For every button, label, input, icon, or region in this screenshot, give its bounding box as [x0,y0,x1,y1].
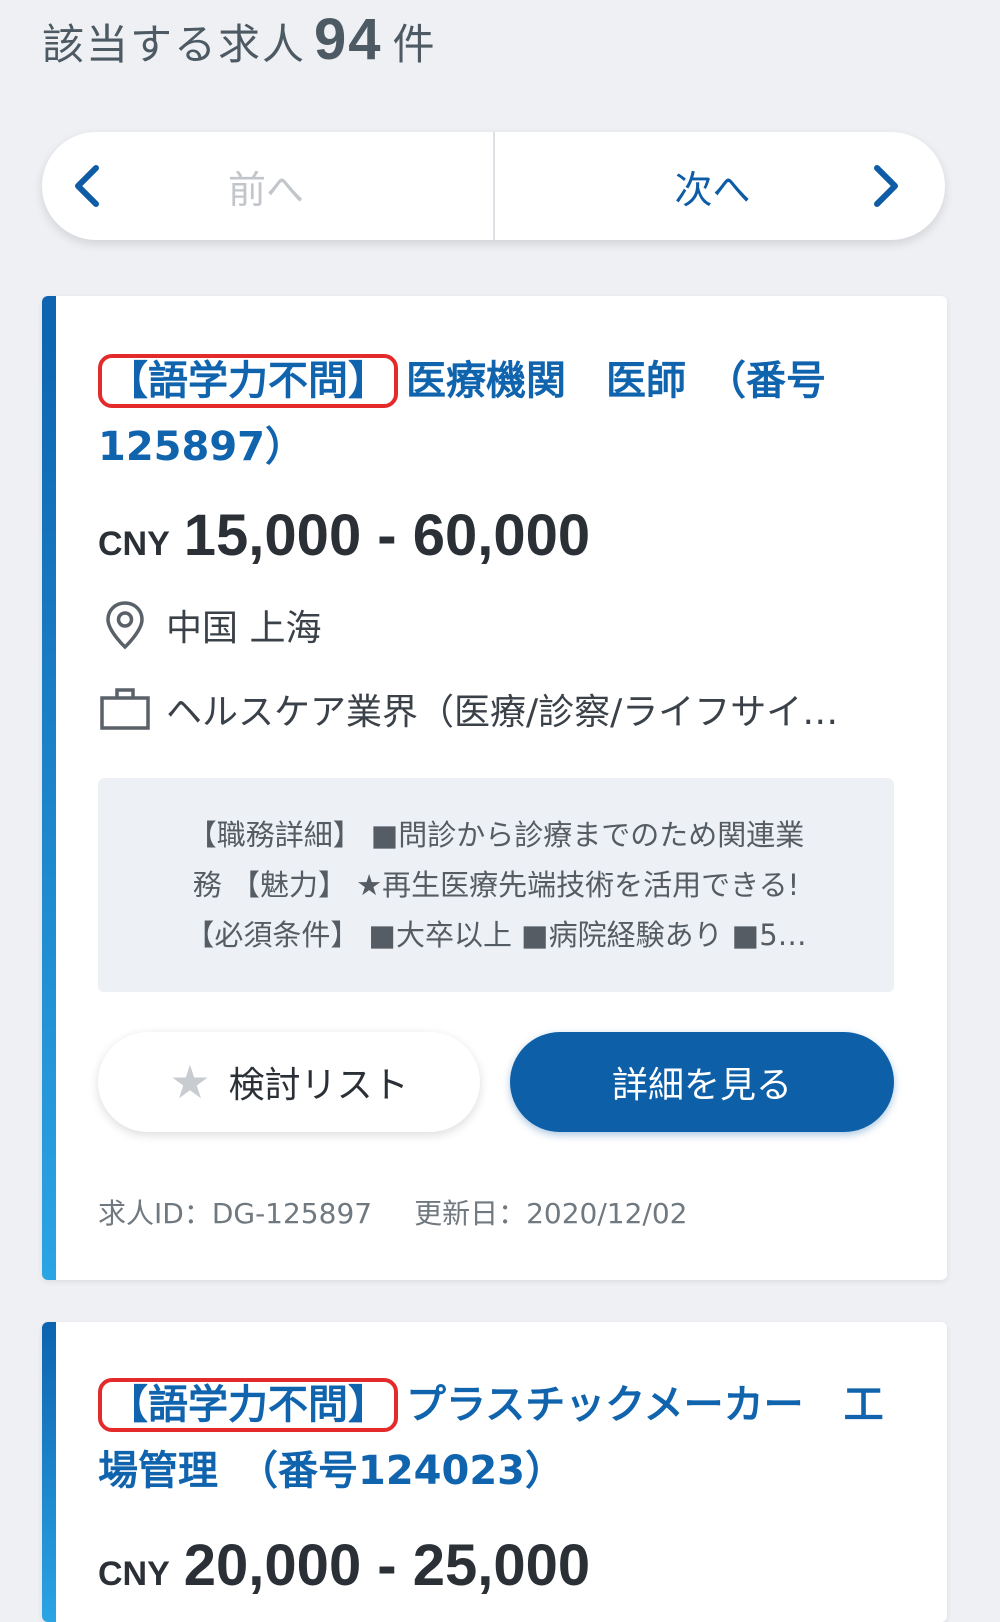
job-title-link[interactable]: 【語学力不問】 プラスチックメーカー 工場管理 （番号124023） [98,1372,897,1504]
updated-date: 更新日：2020/12/02 [414,1197,688,1230]
language-tag: 【語学力不問】 [98,354,398,408]
description-line: 務 【魅力】 ★再生医療先端技術を活用できる! [192,868,800,902]
briefcase-icon [100,688,150,730]
description-line: 【職務詳細】 ■問診から診療までのため関連業 [187,818,805,852]
salary-range: 15,000 - 60,000 [183,503,591,568]
job-title-link[interactable]: 【語学力不問】 医療機関 医師 （番号125897） [98,348,897,480]
result-count: 該当する求人 94 件 [42,6,437,73]
star-icon: ★ [169,1055,211,1109]
salary-currency: CNY [98,1555,170,1593]
location-pin-icon [106,601,144,650]
result-count-suffix: 件 [392,20,437,69]
job-card: 【語学力不問】 プラスチックメーカー 工場管理 （番号124023） CNY 20,… [42,1322,947,1622]
view-details-button[interactable]: 詳細を見る [510,1032,894,1132]
industry-text: ヘルスケア業界（医療/診察/ライフサイ… [166,692,839,733]
description-line: 【必須条件】 ■大卒以上 ■病院経験あり ■5… [185,918,807,952]
job-card: 【語学力不問】 医療機関 医師 （番号125897） CNY 15,000 - 60… [42,296,947,1280]
pagination: 前へ 次へ [42,132,945,240]
view-details-label: 詳細を見る [611,1065,792,1106]
salary: CNY 20,000 - 25,000 [98,1532,590,1599]
add-to-favorites-button[interactable]: ★ 検討リスト [98,1032,480,1132]
salary-range: 20,000 - 25,000 [183,1533,591,1598]
industry-row: ヘルスケア業界（医療/診察/ライフサイ… [98,682,887,736]
location-row: 中国 上海 [98,598,887,652]
chevron-left-icon [75,165,99,207]
salary-currency: CNY [98,525,170,563]
chevron-right-icon [874,165,898,207]
job-meta: 求人ID：DG-125897 更新日：2020/12/02 [98,1192,687,1232]
prev-page-button[interactable]: 前へ [42,132,493,240]
result-count-prefix: 該当する求人 [42,20,307,69]
job-description: 【職務詳細】 ■問診から診療までのため関連業 務 【魅力】 ★再生医療先端技術を… [98,778,894,992]
location-text: 中国 上海 [166,608,322,649]
salary: CNY 15,000 - 60,000 [98,502,590,569]
favorites-label: 検討リスト [228,1065,409,1106]
job-id: 求人ID：DG-125897 [98,1197,373,1230]
prev-page-label: 前へ [228,167,305,212]
next-page-button[interactable]: 次へ [492,132,946,240]
language-tag: 【語学力不問】 [98,1378,398,1432]
result-count-number: 94 [314,7,383,72]
next-page-label: 次へ [674,167,751,212]
